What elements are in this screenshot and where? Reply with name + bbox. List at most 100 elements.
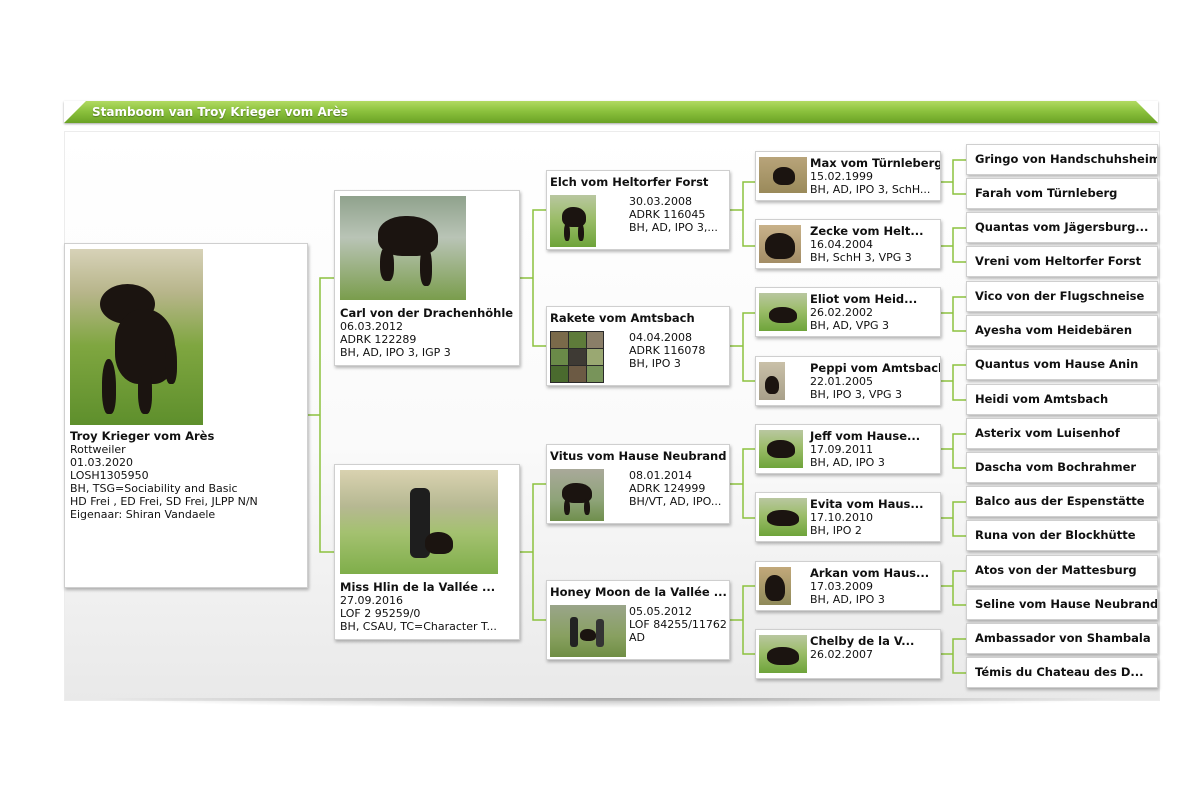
great-grandparent-name: Eliot vom Heid... <box>810 292 918 306</box>
gen4-name[interactable]: Quantas vom Jägersburg... <box>966 212 1158 243</box>
great-grandparent-birthdate: 17.10.2010 <box>810 511 873 524</box>
grandparent-birthdate: 08.01.2014 <box>629 469 692 482</box>
great-grandparent-name: Jeff vom Hause... <box>810 429 921 443</box>
grandparent-card[interactable]: Elch vom Heltorfer Forst 30.03.2008 ADRK… <box>546 170 730 250</box>
great-grandparent-photo <box>759 157 807 193</box>
gen4-name[interactable]: Vico von der Flugschneise <box>966 281 1158 312</box>
great-grandparent-titles: BH, SchH 3, VPG 3 <box>810 251 912 264</box>
grandparent-titles: BH, IPO 3 <box>629 357 681 370</box>
grandparent-photo <box>550 605 626 657</box>
parent-card-sire[interactable]: Carl von der Drachenhöhle 06.03.2012 ADR… <box>334 190 520 366</box>
great-grandparent-name: Chelby de la V... <box>810 634 915 648</box>
grandparent-birthdate: 30.03.2008 <box>629 195 692 208</box>
great-grandparent-birthdate: 26.02.2007 <box>810 648 873 661</box>
grandparent-registration: ADRK 116045 <box>629 208 706 221</box>
grandparent-birthdate: 04.04.2008 <box>629 331 692 344</box>
grandparent-titles: BH, AD, IPO 3,... <box>629 221 718 234</box>
gen4-name[interactable]: Quantus vom Hause Anin <box>966 349 1158 380</box>
great-grandparent-card[interactable]: Arkan vom Haus... 17.03.2009 BH, AD, IPO… <box>755 561 941 611</box>
subject-breed: Rottweiler <box>70 443 126 456</box>
grandparent-card[interactable]: Honey Moon de la Vallée ... 05.05.2012 L… <box>546 580 730 660</box>
gen4-name[interactable]: Runa von der Blockhütte <box>966 520 1158 551</box>
great-grandparent-titles: BH, IPO 3, VPG 3 <box>810 388 903 401</box>
great-grandparent-birthdate: 16.04.2004 <box>810 238 873 251</box>
sire-registration: ADRK 122289 <box>340 333 417 346</box>
subject-birthdate: 01.03.2020 <box>70 456 133 469</box>
sire-birthdate: 06.03.2012 <box>340 320 403 333</box>
great-grandparent-photo <box>759 567 791 605</box>
grandparent-name: Rakete vom Amtsbach <box>550 311 695 325</box>
great-grandparent-titles: BH, AD, IPO 3 <box>810 593 885 606</box>
subject-card[interactable]: Troy Krieger vom Arès Rottweiler 01.03.2… <box>64 243 308 588</box>
grandparent-name: Vitus vom Hause Neubrand <box>550 449 727 463</box>
grandparent-name: Honey Moon de la Vallée ... <box>550 585 727 599</box>
subject-name: Troy Krieger vom Arès <box>70 429 215 443</box>
grandparent-photo <box>550 469 604 521</box>
gen4-name[interactable]: Ambassador von Shambala <box>966 623 1158 654</box>
great-grandparent-photo <box>759 362 785 400</box>
subject-titles: BH, TSG=Sociability and Basic <box>70 482 238 495</box>
great-grandparent-photo <box>759 635 807 673</box>
gen4-name[interactable]: Farah vom Türnleberg <box>966 178 1158 209</box>
gen4-name[interactable]: Atos von der Mattesburg <box>966 555 1158 586</box>
gen4-name[interactable]: Balco aus der Espenstätte <box>966 486 1158 517</box>
dog-handler-photo <box>340 470 498 574</box>
great-grandparent-name: Zecke vom Helt... <box>810 224 924 238</box>
grandparent-name: Elch vom Heltorfer Forst <box>550 175 709 189</box>
grandparent-titles: AD <box>629 631 645 644</box>
grandparent-photo <box>550 195 596 247</box>
dam-titles: BH, CSAU, TC=Character T... <box>340 620 497 633</box>
gen4-name[interactable]: Asterix vom Luisenhof <box>966 418 1158 449</box>
great-grandparent-photo <box>759 225 801 263</box>
great-grandparent-card[interactable]: Max vom Türnleberg 15.02.1999 BH, AD, IP… <box>755 151 941 201</box>
dam-name: Miss Hlin de la Vallée ... <box>340 580 496 594</box>
great-grandparent-photo <box>759 430 803 468</box>
great-grandparent-name: Evita vom Haus... <box>810 497 924 511</box>
grandparent-registration: ADRK 116078 <box>629 344 706 357</box>
great-grandparent-card[interactable]: Jeff vom Hause... 17.09.2011 BH, AD, IPO… <box>755 424 941 474</box>
great-grandparent-card[interactable]: Zecke vom Helt... 16.04.2004 BH, SchH 3,… <box>755 219 941 269</box>
grandparent-photo-collage <box>550 331 604 383</box>
great-grandparent-card[interactable]: Peppi vom Amtsbach 22.01.2005 BH, IPO 3,… <box>755 356 941 406</box>
subject-health: HD Frei , ED Frei, SD Frei, JLPP N/N <box>70 495 258 508</box>
subject-dog-photo <box>70 249 203 425</box>
parent-card-dam[interactable]: Miss Hlin de la Vallée ... 27.09.2016 LO… <box>334 464 520 640</box>
great-grandparent-titles: BH, AD, IPO 3, SchH... <box>810 183 931 196</box>
great-grandparent-photo <box>759 498 807 536</box>
dam-registration: LOF 2 95259/0 <box>340 607 421 620</box>
gen4-name[interactable]: Gringo von Handschuhsheim <box>966 144 1158 175</box>
gen4-name[interactable]: Témis du Chateau des D... <box>966 657 1158 688</box>
great-grandparent-titles: BH, AD, VPG 3 <box>810 319 889 332</box>
subject-owner: Eigenaar: Shiran Vandaele <box>70 508 216 521</box>
great-grandparent-birthdate: 15.02.1999 <box>810 170 873 183</box>
great-grandparent-card[interactable]: Evita vom Haus... 17.10.2010 BH, IPO 2 <box>755 492 941 542</box>
dam-birthdate: 27.09.2016 <box>340 594 403 607</box>
gen4-name[interactable]: Vreni vom Heltorfer Forst <box>966 246 1158 277</box>
great-grandparent-name: Peppi vom Amtsbach <box>810 361 941 375</box>
great-grandparent-name: Max vom Türnleberg <box>810 156 941 170</box>
gen4-name[interactable]: Ayesha vom Heidebären <box>966 315 1158 346</box>
great-grandparent-titles: BH, AD, IPO 3 <box>810 456 885 469</box>
grandparent-card[interactable]: Rakete vom Amtsbach 04.04.2008 ADRK 1160… <box>546 306 730 386</box>
gen4-name[interactable]: Heidi vom Amtsbach <box>966 384 1158 415</box>
subject-registration: LOSH1305950 <box>70 469 149 482</box>
great-grandparent-photo <box>759 293 807 331</box>
gen4-name[interactable]: Dascha vom Bochrahmer <box>966 452 1158 483</box>
grandparent-card[interactable]: Vitus vom Hause Neubrand 08.01.2014 ADRK… <box>546 444 730 524</box>
great-grandparent-card[interactable]: Chelby de la V... 26.02.2007 <box>755 629 941 679</box>
dog-running-photo <box>340 196 466 300</box>
great-grandparent-name: Arkan vom Haus... <box>810 566 930 580</box>
sire-titles: BH, AD, IPO 3, IGP 3 <box>340 346 451 359</box>
great-grandparent-birthdate: 22.01.2005 <box>810 375 873 388</box>
grandparent-titles: BH/VT, AD, IPO... <box>629 495 722 508</box>
gen4-name[interactable]: Seline vom Hause Neubrand <box>966 589 1158 620</box>
great-grandparent-birthdate: 17.03.2009 <box>810 580 873 593</box>
grandparent-birthdate: 05.05.2012 <box>629 605 692 618</box>
great-grandparent-titles: BH, IPO 2 <box>810 524 862 537</box>
great-grandparent-birthdate: 17.09.2011 <box>810 443 873 456</box>
sire-name: Carl von der Drachenhöhle <box>340 306 514 320</box>
great-grandparent-birthdate: 26.02.2002 <box>810 306 873 319</box>
grandparent-registration: ADRK 124999 <box>629 482 706 495</box>
great-grandparent-card[interactable]: Eliot vom Heid... 26.02.2002 BH, AD, VPG… <box>755 287 941 337</box>
grandparent-registration: LOF 84255/11762 <box>629 618 727 631</box>
